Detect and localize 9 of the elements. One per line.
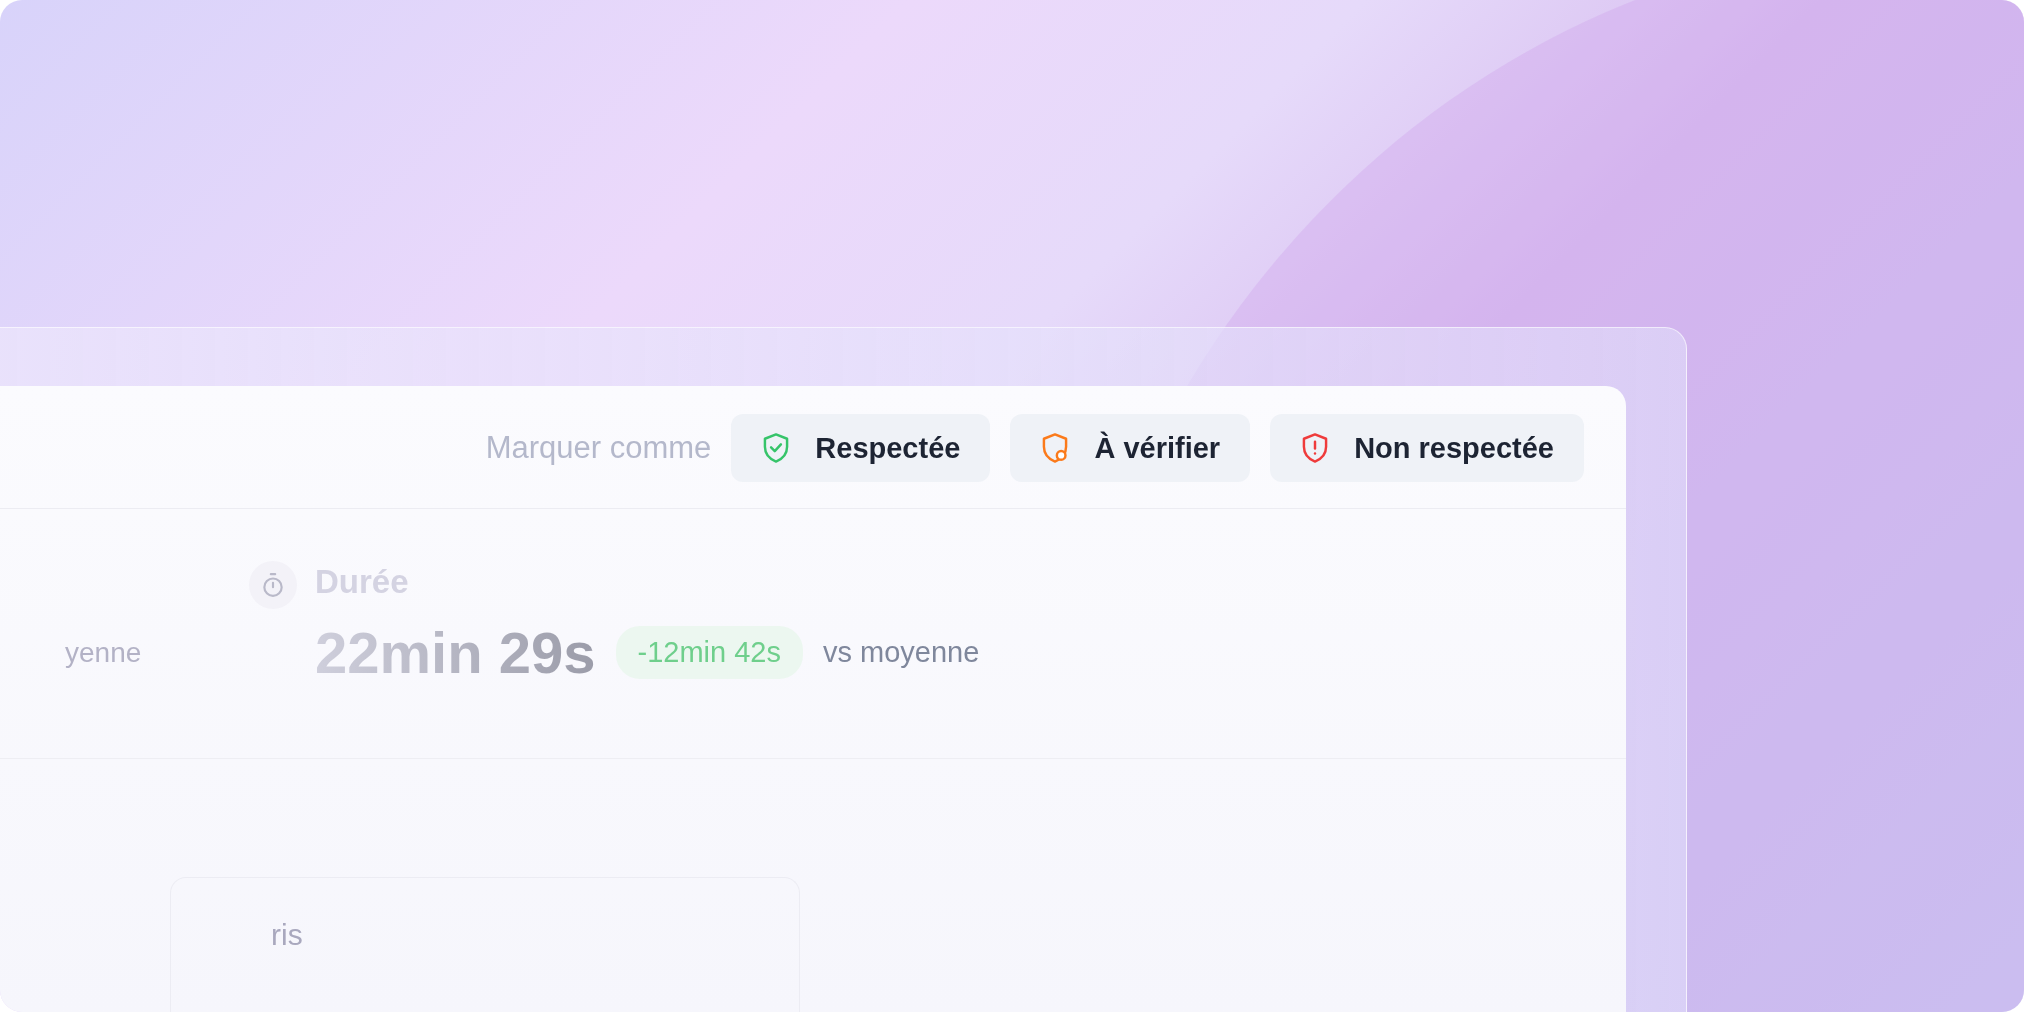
comparison-text: vs moyenne xyxy=(823,636,980,669)
stopwatch-icon xyxy=(249,561,297,609)
delta-badge: -12min 42s xyxy=(615,626,803,679)
mark-as-label: Marquer comme xyxy=(485,430,712,466)
section-title: ris xyxy=(271,918,303,951)
status-button[interactable]: À vérifier xyxy=(1010,414,1251,482)
status-button[interactable]: Respectée xyxy=(731,414,991,482)
status-button[interactable]: Non respectée xyxy=(1270,414,1584,482)
faded-label: yenne xyxy=(65,637,143,670)
